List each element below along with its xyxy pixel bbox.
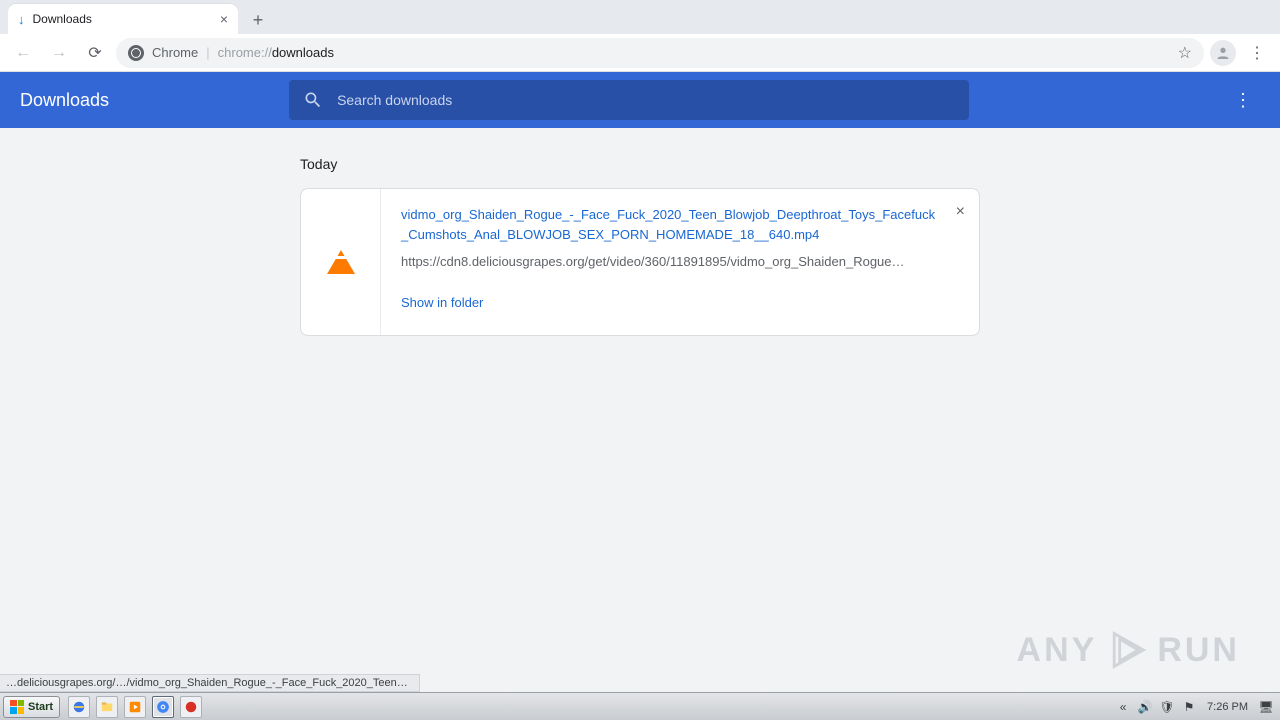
taskbar-ie-icon[interactable] xyxy=(68,696,90,718)
file-icon-area xyxy=(301,189,381,335)
reload-button[interactable]: ⟳ xyxy=(80,38,110,68)
downloads-menu-icon[interactable]: ⋮ xyxy=(1226,82,1260,119)
taskbar-chrome-icon[interactable] xyxy=(152,696,174,718)
taskbar-explorer-icon[interactable] xyxy=(96,696,118,718)
tray-monitor-icon[interactable]: 🖥 xyxy=(1258,699,1274,715)
section-today: Today xyxy=(300,156,980,172)
site-info-icon[interactable] xyxy=(128,45,144,61)
omnibox-origin: Chrome xyxy=(152,45,198,60)
tray-expand-icon[interactable]: « xyxy=(1115,699,1131,715)
show-in-folder-link[interactable]: Show in folder xyxy=(401,295,483,310)
tray-volume-icon[interactable]: 🔊 xyxy=(1137,699,1153,715)
back-button[interactable]: ← xyxy=(8,38,38,68)
search-downloads[interactable] xyxy=(289,80,969,120)
windows-logo-icon xyxy=(10,700,24,714)
address-bar[interactable]: Chrome | chrome://downloads ☆ xyxy=(116,38,1204,68)
taskbar-media-icon[interactable] xyxy=(124,696,146,718)
omnibox-path-prefix: chrome:// xyxy=(218,45,272,60)
taskbar-apps xyxy=(68,696,202,718)
tab-title: Downloads xyxy=(33,12,92,26)
remove-download-icon[interactable]: × xyxy=(956,203,965,221)
bookmark-star-icon[interactable]: ☆ xyxy=(1178,43,1192,63)
start-button[interactable]: Start xyxy=(3,696,60,718)
tray-shield-icon[interactable]: 🛡 xyxy=(1159,699,1175,715)
download-filename-link[interactable]: vidmo_org_Shaiden_Rogue_-_Face_Fuck_2020… xyxy=(401,205,939,244)
tab-strip: ↓ Downloads × + xyxy=(0,0,1280,34)
download-card: vidmo_org_Shaiden_Rogue_-_Face_Fuck_2020… xyxy=(300,188,980,336)
play-outline-icon xyxy=(1105,628,1149,672)
watermark-text-left: ANY xyxy=(1017,631,1098,670)
watermark-text-right: RUN xyxy=(1157,631,1240,670)
download-source-url: https://cdn8.deliciousgrapes.org/get/vid… xyxy=(401,254,939,269)
search-icon xyxy=(303,90,323,110)
downloads-header: Downloads ⋮ xyxy=(0,72,1280,128)
tab-downloads[interactable]: ↓ Downloads × xyxy=(8,4,238,34)
watermark: ANY RUN xyxy=(1017,628,1240,672)
vlc-icon xyxy=(327,250,355,274)
tab-close-icon[interactable]: × xyxy=(220,12,228,26)
taskbar-app-icon[interactable] xyxy=(180,696,202,718)
search-input[interactable] xyxy=(337,92,955,108)
browser-toolbar: ← → ⟳ Chrome | chrome://downloads ☆ ⋮ xyxy=(0,34,1280,72)
new-tab-button[interactable]: + xyxy=(244,6,272,34)
profile-avatar[interactable] xyxy=(1210,40,1236,66)
start-label: Start xyxy=(28,701,53,713)
forward-button[interactable]: → xyxy=(44,38,74,68)
tray-clock[interactable]: 7:26 PM xyxy=(1203,701,1252,713)
downloads-content: Today vidmo_org_Shaiden_Rogue_-_Face_Fuc… xyxy=(0,128,1280,692)
tray-flag-icon[interactable]: ⚑ xyxy=(1181,699,1197,715)
download-icon: ↓ xyxy=(18,12,25,27)
page-title: Downloads xyxy=(20,90,109,111)
browser-menu-icon[interactable]: ⋮ xyxy=(1242,38,1272,68)
taskbar: Start « 🔊 🛡 ⚑ 7:26 PM 🖥 xyxy=(0,692,1280,720)
system-tray: « 🔊 🛡 ⚑ 7:26 PM 🖥 xyxy=(1115,699,1280,715)
omnibox-path: downloads xyxy=(272,45,334,60)
status-bar-url: …deliciousgrapes.org/…/vidmo_org_Shaiden… xyxy=(0,674,420,692)
omnibox-separator: | xyxy=(206,45,209,60)
